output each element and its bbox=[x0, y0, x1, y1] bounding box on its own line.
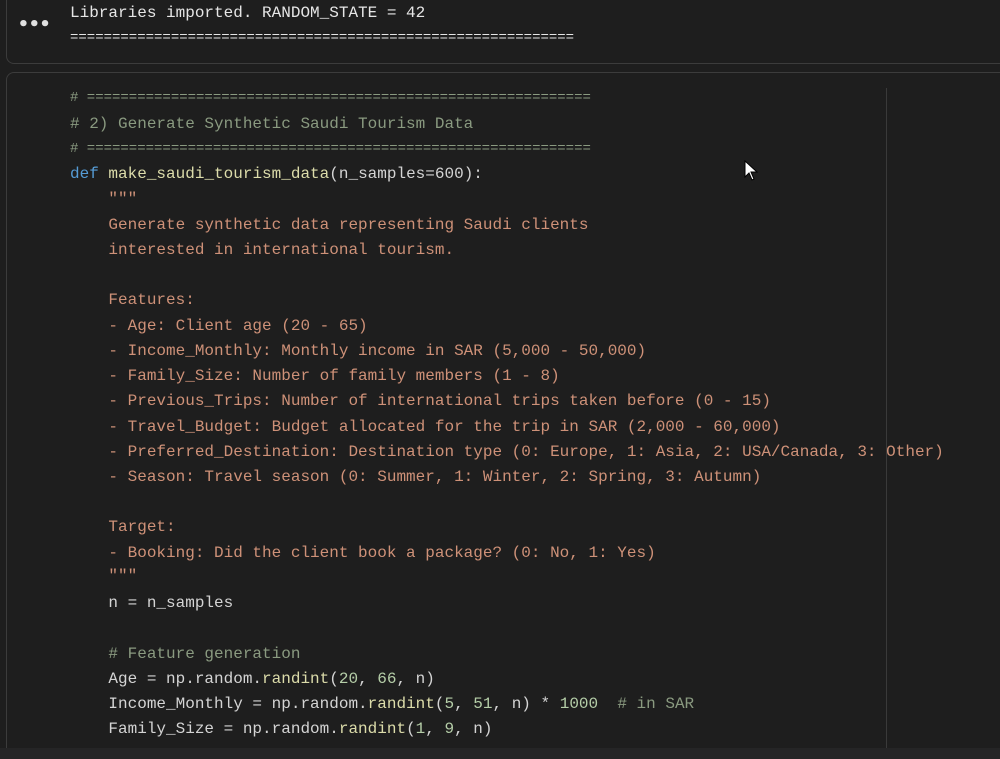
number-literal: 66 bbox=[377, 670, 397, 688]
more-options-button[interactable]: ••• bbox=[18, 16, 51, 42]
code-line-9[interactable]: Features: bbox=[70, 291, 194, 309]
bottom-bar bbox=[0, 748, 1000, 759]
code-line-21[interactable]: n = n_samples bbox=[70, 594, 233, 612]
code-line-20[interactable]: """ bbox=[70, 567, 137, 585]
number-literal: 51 bbox=[473, 695, 493, 713]
randint-call: randint bbox=[338, 720, 407, 738]
code-line-4[interactable]: def make_saudi_tourism_data(n_samples=60… bbox=[70, 165, 483, 183]
def-keyword: def bbox=[70, 165, 99, 183]
code-line-13[interactable]: - Previous_Trips: Number of internationa… bbox=[70, 392, 771, 410]
code-text: , bbox=[358, 670, 378, 688]
code-line-25[interactable]: Income_Monthly = np.random.randint(5, 51… bbox=[70, 695, 694, 713]
code-text: , bbox=[454, 695, 474, 713]
function-args: (n_samples=600): bbox=[329, 165, 483, 183]
number-literal: 1000 bbox=[559, 695, 599, 713]
code-text: , n) bbox=[396, 670, 435, 688]
code-line-11[interactable]: - Income_Monthly: Monthly income in SAR … bbox=[70, 342, 646, 360]
inline-comment: # in SAR bbox=[598, 695, 695, 713]
ruler-line bbox=[886, 88, 887, 752]
code-line-5[interactable]: """ bbox=[70, 190, 137, 208]
function-name: make_saudi_tourism_data bbox=[108, 165, 330, 183]
code-text: , n) bbox=[454, 720, 493, 738]
code-line-16[interactable]: - Season: Travel season (0: Summer, 1: W… bbox=[70, 468, 761, 486]
code-line-18[interactable]: Target: bbox=[70, 518, 175, 536]
code-line-3[interactable]: # ======================================… bbox=[70, 141, 591, 157]
output-line: Libraries imported. RANDOM_STATE = 42 bbox=[70, 4, 426, 22]
code-line-12[interactable]: - Family_Size: Number of family members … bbox=[70, 367, 559, 385]
output-separator: ========================================… bbox=[70, 30, 575, 46]
randint-call: randint bbox=[367, 695, 435, 713]
mouse-pointer-icon bbox=[744, 160, 759, 181]
code-line-2[interactable]: # 2) Generate Synthetic Saudi Tourism Da… bbox=[70, 115, 473, 133]
code-line-15[interactable]: - Preferred_Destination: Destination typ… bbox=[70, 443, 943, 461]
code-line-19[interactable]: - Booking: Did the client book a package… bbox=[70, 544, 655, 562]
code-text: Family_Size = np.random. bbox=[70, 720, 339, 738]
code-text: Income_Monthly = np.random. bbox=[70, 695, 368, 713]
number-literal: 20 bbox=[338, 670, 359, 688]
code-line-24[interactable]: Age = np.random.randint(20, 66, n) bbox=[70, 670, 435, 688]
randint-call: randint bbox=[262, 670, 330, 688]
number-literal: 1 bbox=[415, 720, 426, 738]
code-text: Age = np.random. bbox=[70, 670, 263, 688]
code-line-14[interactable]: - Travel_Budget: Budget allocated for th… bbox=[70, 418, 780, 436]
code-line-7[interactable]: interested in international tourism. bbox=[70, 241, 454, 259]
code-line-23[interactable]: # Feature generation bbox=[70, 645, 300, 663]
number-literal: 9 bbox=[444, 720, 455, 738]
code-text: ( bbox=[406, 720, 416, 738]
number-literal: 5 bbox=[444, 695, 455, 713]
code-line-10[interactable]: - Age: Client age (20 - 65) bbox=[70, 317, 367, 335]
code-text: , n) * bbox=[492, 695, 560, 713]
code-text: ( bbox=[329, 670, 339, 688]
code-line-6[interactable]: Generate synthetic data representing Sau… bbox=[70, 216, 588, 234]
code-line-1[interactable]: # ======================================… bbox=[70, 90, 591, 106]
code-text: , bbox=[425, 720, 445, 738]
code-line-26[interactable]: Family_Size = np.random.randint(1, 9, n) bbox=[70, 720, 493, 738]
